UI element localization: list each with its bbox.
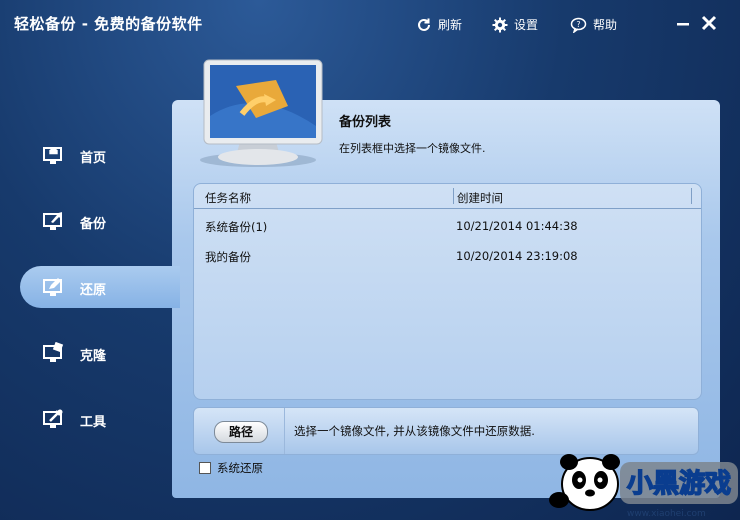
- watermark-text: 小黑游戏: [627, 469, 731, 499]
- sidebar-item-backup[interactable]: 备份: [20, 200, 172, 242]
- restore-monitor-illustration: [200, 59, 323, 167]
- sidebar-item-home[interactable]: 首页: [20, 134, 172, 176]
- column-divider[interactable]: [453, 188, 454, 204]
- column-header-task-name[interactable]: 任务名称: [205, 190, 251, 206]
- help-bubble-icon: ?: [570, 17, 587, 33]
- refresh-icon: [418, 18, 430, 31]
- system-restore-option[interactable]: 系统还原: [199, 460, 263, 476]
- column-divider[interactable]: [691, 188, 692, 204]
- restore-monitor-icon: [43, 278, 62, 296]
- settings-button[interactable]: 设置: [492, 16, 538, 33]
- system-restore-label: 系统还原: [217, 461, 263, 475]
- list-item[interactable]: 系统备份(1) 10/21/2014 01:44:38: [194, 211, 701, 241]
- refresh-button[interactable]: 刷新: [416, 16, 462, 33]
- minimize-icon: [677, 23, 689, 26]
- minimize-button[interactable]: [672, 12, 694, 34]
- sidebar-item-label: 还原: [80, 283, 107, 298]
- backup-monitor-icon: [43, 212, 62, 230]
- column-header-created-time[interactable]: 创建时间: [457, 190, 503, 206]
- sidebar-item-label: 备份: [80, 217, 107, 232]
- backup-list[interactable]: 任务名称 创建时间 系统备份(1) 10/21/2014 01:44:38 我的…: [193, 183, 702, 400]
- home-monitor-icon: [43, 147, 62, 164]
- list-header: 任务名称 创建时间: [194, 184, 701, 209]
- created-time-cell: 10/21/2014 01:44:38: [456, 219, 578, 233]
- clone-monitor-icon: [43, 342, 64, 362]
- gear-icon: [492, 17, 508, 32]
- close-button[interactable]: [698, 12, 720, 34]
- task-name-cell: 系统备份(1): [205, 220, 268, 234]
- path-hint: 选择一个镜像文件, 并从该镜像文件中还原数据.: [294, 424, 535, 438]
- sidebar-item-label: 首页: [80, 151, 107, 166]
- title-bar: 轻松备份 - 免费的备份软件 刷新 设置 ? 帮助: [0, 0, 740, 50]
- sidebar-item-clone[interactable]: 克隆: [20, 332, 172, 374]
- sidebar-item-restore[interactable]: 还原: [20, 266, 180, 308]
- watermark-url: www.xiaohei.com: [627, 509, 706, 519]
- created-time-cell: 10/20/2014 23:19:08: [456, 249, 578, 263]
- path-button[interactable]: 路径: [214, 421, 268, 443]
- sidebar-item-tools[interactable]: 工具: [20, 398, 172, 440]
- system-restore-checkbox[interactable]: [199, 462, 211, 474]
- sidebar-item-label: 工具: [80, 415, 107, 430]
- help-label: 帮助: [593, 18, 618, 32]
- close-icon: [701, 15, 717, 31]
- panel-description: 在列表框中选择一个镜像文件.: [339, 142, 486, 155]
- sidebar-item-label: 克隆: [80, 349, 107, 364]
- watermark-logo: 小黑游戏 www.xiaohei.com: [549, 454, 738, 519]
- settings-label: 设置: [514, 18, 539, 32]
- refresh-label: 刷新: [438, 18, 463, 32]
- panel-title: 备份列表: [339, 115, 392, 130]
- help-button[interactable]: ? 帮助: [570, 16, 617, 33]
- path-button-area: 路径: [194, 408, 285, 454]
- app-title: 轻松备份 - 免费的备份软件: [14, 15, 203, 33]
- list-item[interactable]: 我的备份 10/20/2014 23:19:08: [194, 241, 701, 271]
- svg-text:?: ?: [576, 20, 580, 29]
- tools-monitor-icon: [43, 409, 63, 428]
- task-name-cell: 我的备份: [205, 250, 251, 264]
